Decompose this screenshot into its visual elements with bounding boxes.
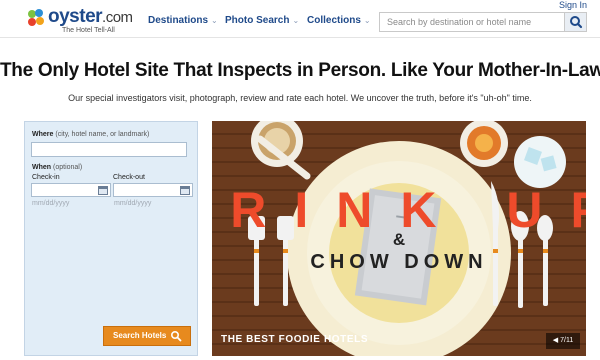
logo-tagline: The Hotel Tell-All bbox=[62, 27, 115, 34]
checkout-placeholder: mm/dd/yyyy bbox=[114, 200, 152, 207]
search-icon bbox=[170, 330, 182, 342]
featured-slideshow[interactable]: DRINK UP & CHOW DOWN THE BEST FOODIE HOT… bbox=[212, 121, 586, 356]
prev-arrow-icon[interactable]: ◀ bbox=[553, 337, 558, 344]
nav-photo-search[interactable]: Photo Search ⌄ bbox=[225, 15, 299, 26]
checkin-field[interactable] bbox=[31, 183, 111, 197]
when-label: When (optional) bbox=[32, 164, 83, 171]
oyster-logo[interactable]: oyster.com The Hotel Tell-All bbox=[26, 6, 134, 36]
slide-counter: 7/11 bbox=[560, 337, 574, 344]
flower-logo-icon bbox=[28, 9, 44, 26]
checkin-placeholder: mm/dd/yyyy bbox=[32, 200, 70, 207]
site-search bbox=[379, 12, 587, 32]
checkin-label: Check-in bbox=[32, 174, 60, 181]
calendar-icon[interactable] bbox=[180, 186, 190, 195]
page-subheadline: Our special investigators visit, photogr… bbox=[68, 93, 532, 103]
slide-caption[interactable]: THE BEST FOODIE HOTELS bbox=[221, 334, 368, 345]
calendar-icon[interactable] bbox=[98, 186, 108, 195]
nav-collections[interactable]: Collections ⌄ bbox=[307, 15, 371, 26]
foodie-illustration: DRINK UP & CHOW DOWN bbox=[212, 121, 586, 356]
logo-wordmark: oyster.com bbox=[48, 6, 133, 27]
hotel-search-panel: Where (city, hotel name, or landmark) Wh… bbox=[24, 121, 198, 356]
search-hotels-button[interactable]: Search Hotels bbox=[103, 326, 191, 346]
slide-pager[interactable]: ◀ 7/11 bbox=[546, 333, 580, 349]
chevron-down-icon: ⌄ bbox=[292, 16, 300, 25]
search-input[interactable] bbox=[380, 13, 566, 31]
chevron-down-icon: ⌄ bbox=[211, 16, 218, 25]
art-ampersand: & bbox=[393, 230, 405, 249]
page-headline: The Only Hotel Site That Inspects in Per… bbox=[0, 60, 600, 81]
where-field[interactable] bbox=[31, 142, 187, 157]
nav-destinations[interactable]: Destinations ⌄ bbox=[148, 15, 218, 26]
checkout-label: Check-out bbox=[113, 174, 145, 181]
art-title-chow: CHOW DOWN bbox=[310, 251, 487, 273]
search-icon bbox=[570, 16, 583, 29]
top-header: oyster.com The Hotel Tell-All Destinatio… bbox=[0, 0, 600, 38]
sign-in-link[interactable]: Sign In bbox=[559, 0, 587, 10]
checkout-field[interactable] bbox=[113, 183, 193, 197]
search-button[interactable] bbox=[564, 13, 586, 31]
where-label: Where (city, hotel name, or landmark) bbox=[32, 131, 150, 138]
chevron-down-icon: ⌄ bbox=[363, 16, 371, 25]
